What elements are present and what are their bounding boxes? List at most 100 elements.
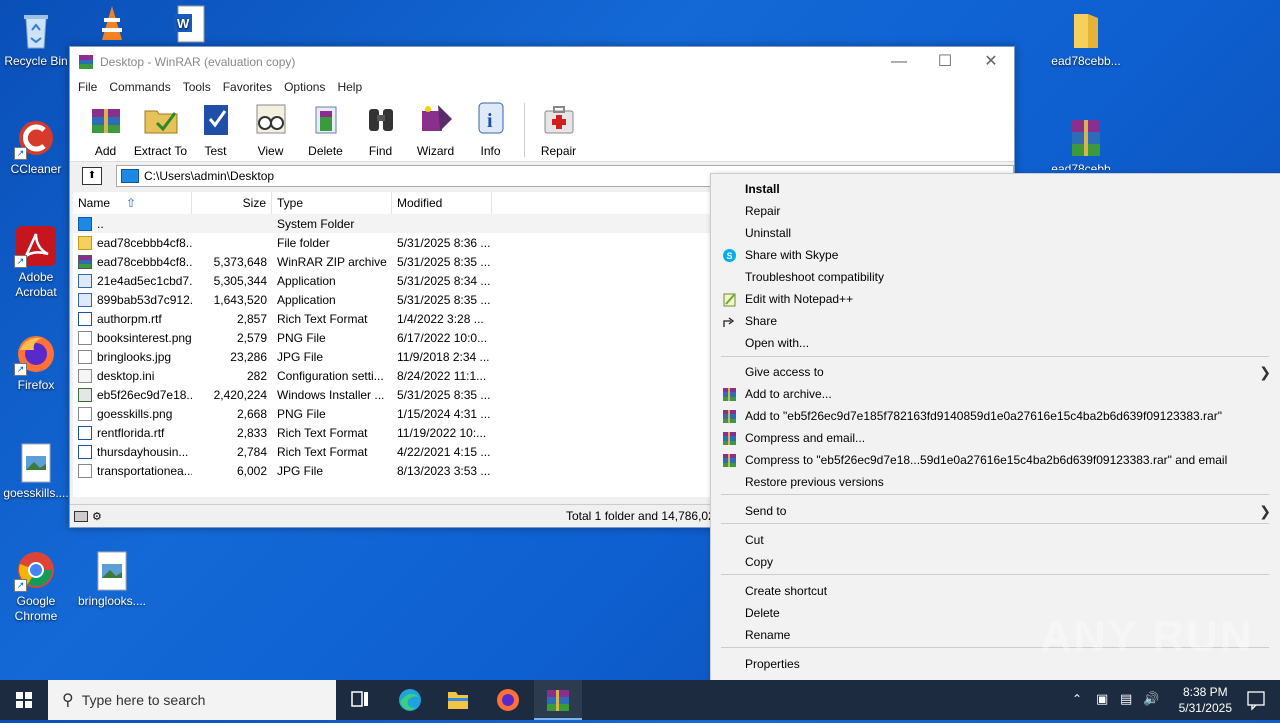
menu-item-edit-with-notepad[interactable]: Edit with Notepad++ — [711, 288, 1280, 310]
file-row[interactable]: goesskills.png 2,668 PNG File 1/15/2024 4:3… — [73, 404, 713, 423]
desktop-icon-label: Recycle Bin — [4, 54, 68, 68]
menu-item-add-to-archive[interactable]: Add to archive... — [711, 383, 1280, 405]
winrar-taskbar-button[interactable] — [534, 680, 582, 720]
menu-item-install[interactable]: Install — [711, 178, 1280, 200]
menu-item-add-to-eb5f26ec9d7e185f782163fd9140859d1[interactable]: Add to "eb5f26ec9d7e185f782163fd9140859d… — [711, 405, 1280, 427]
menu-item-copy[interactable]: Copy — [711, 551, 1280, 573]
test-button[interactable]: Test — [188, 97, 243, 158]
file-row[interactable]: desktop.ini 282 Configuration setti... 8/24… — [73, 366, 713, 385]
file-archive-icon — [78, 254, 92, 269]
network-icon[interactable]: ▤ — [1120, 691, 1132, 707]
menu-tools[interactable]: Tools — [177, 80, 217, 94]
menu-separator — [721, 494, 1269, 495]
file-row[interactable]: ead78cebbb4cf8... 5,373,648 WinRAR ZIP arc… — [73, 252, 713, 271]
taskbar: ⚲ Type here to search ⌃ ▣ ▤ 🔊 8:38 PM 5/… — [0, 680, 1280, 720]
wizard-button[interactable]: Wizard — [408, 97, 463, 158]
extract-to-button[interactable]: Extract To — [133, 97, 188, 158]
menu-item-create-shortcut[interactable]: Create shortcut — [711, 580, 1280, 602]
menu-item-troubleshoot-compatibility[interactable]: Troubleshoot compatibility — [711, 266, 1280, 288]
title-bar: Desktop - WinRAR (evaluation copy) — ☐ ✕ — [70, 47, 1014, 77]
menu-bar: File Commands Tools Favorites Options He… — [70, 77, 1014, 97]
binoculars-icon — [368, 109, 393, 131]
desktop-icon-vlc[interactable] — [76, 0, 148, 46]
menu-options[interactable]: Options — [278, 80, 331, 94]
menu-item-send-to[interactable]: Send to ❯ — [711, 500, 1280, 522]
add-button[interactable]: Add — [78, 97, 133, 158]
column-size[interactable]: Size — [192, 192, 272, 214]
file-type: JPG File — [277, 349, 324, 364]
up-folder-button[interactable]: ⬆ — [82, 167, 102, 185]
file-row[interactable]: authorpm.rtf 2,857 Rich Text Format 1/4/202… — [73, 309, 713, 328]
menu-item-repair[interactable]: Repair — [711, 200, 1280, 222]
menu-item-uninstall[interactable]: Uninstall — [711, 222, 1280, 244]
volume-icon[interactable]: 🔊 — [1143, 691, 1159, 707]
view-button[interactable]: View — [243, 97, 298, 158]
desktop-icon-google-chrome[interactable]: ↗ Google Chrome — [0, 548, 72, 624]
file-row[interactable]: .. System Folder — [73, 214, 713, 233]
file-name-cell: eb5f26ec9d7e18... — [73, 387, 192, 402]
desktop-icon-bringlooks[interactable]: bringlooks.... — [76, 548, 148, 609]
menu-item-compress-to-eb5f26ec9d7e18-59d1e0a27616e[interactable]: Compress to "eb5f26ec9d7e18...59d1e0a276… — [711, 449, 1280, 471]
vlc-icon — [90, 0, 134, 44]
menu-item-cut[interactable]: Cut — [711, 529, 1280, 551]
desktop-icon-ead78-archive[interactable]: ead78cebb... — [1050, 116, 1122, 170]
file-name: bringlooks.jpg — [97, 349, 172, 364]
menu-item-share-with-skype[interactable]: S Share with Skype — [711, 244, 1280, 266]
delete-button[interactable]: Delete — [298, 97, 353, 158]
menu-commands[interactable]: Commands — [103, 80, 176, 94]
test-icon — [203, 105, 228, 135]
add-label: Add — [94, 144, 117, 158]
file-name: .. — [97, 216, 104, 231]
firefox-taskbar-button[interactable] — [484, 680, 532, 720]
file-row[interactable]: eb5f26ec9d7e18... 2,420,224 Windows Instal… — [73, 385, 713, 404]
task-view-button[interactable] — [336, 680, 384, 720]
column-name[interactable]: Name ⇧ — [73, 192, 192, 214]
notification-button[interactable] — [1232, 680, 1280, 720]
column-type[interactable]: Type — [272, 192, 392, 214]
desktop-icon-recycle-bin[interactable]: Recycle Bin — [0, 8, 72, 69]
file-row[interactable]: thursdayhousin... 2,784 Rich Text Format 4/… — [73, 442, 713, 461]
chrome-icon: ↗ — [14, 548, 58, 592]
minimize-button[interactable]: — — [876, 47, 922, 77]
tray-device-icon[interactable]: ▣ — [1096, 691, 1108, 707]
taskbar-search[interactable]: ⚲ Type here to search — [48, 680, 336, 720]
desktop-icon-ccleaner[interactable]: ↗ CCleaner — [0, 116, 72, 177]
menu-file[interactable]: File — [72, 80, 103, 94]
file-row[interactable]: ead78cebbb4cf8... File folder 5/31/2025 8:… — [73, 233, 713, 252]
explorer-taskbar-button[interactable] — [434, 680, 482, 720]
close-button[interactable]: ✕ — [968, 47, 1014, 77]
file-type: Rich Text Format — [277, 444, 368, 459]
desktop-icon-adobe-acrobat[interactable]: ↗ Adobe Acrobat — [0, 224, 72, 300]
menu-item-label: Uninstall — [745, 226, 792, 240]
edge-taskbar-button[interactable] — [386, 680, 434, 720]
column-modified[interactable]: Modified — [392, 192, 492, 214]
file-row[interactable]: rentflorida.rtf 2,833 Rich Text Format 11/1… — [73, 423, 713, 442]
menu-item-label: Add to "eb5f26ec9d7e185f782163fd9140859d… — [745, 409, 1222, 423]
desktop-icon-ead78-folder[interactable]: ead78cebb... — [1050, 8, 1122, 69]
menu-item-open-with[interactable]: Open with... — [711, 332, 1280, 354]
submenu-arrow-icon: ❯ — [1259, 364, 1271, 380]
file-row[interactable]: bringlooks.jpg 23,286 JPG File 11/9/2018 2:… — [73, 347, 713, 366]
file-row[interactable]: booksinterest.png 2,579 PNG File 6/17/2022 … — [73, 328, 713, 347]
desktop-icon-word[interactable]: W — [150, 0, 222, 46]
find-button[interactable]: Find — [353, 97, 408, 158]
menu-item-restore-previous-versions[interactable]: Restore previous versions — [711, 471, 1280, 493]
file-row[interactable]: 21e4ad5ec1cbd7... 5,305,344 Application 5/3… — [73, 271, 713, 290]
start-button[interactable] — [0, 680, 48, 720]
file-name: transportationea... — [97, 463, 192, 478]
file-row[interactable]: transportationea... 6,002 JPG File 8/13/202… — [73, 461, 713, 480]
menu-item-share[interactable]: Share — [711, 310, 1280, 332]
menu-favorites[interactable]: Favorites — [217, 80, 278, 94]
menu-item-compress-and-email[interactable]: Compress and email... — [711, 427, 1280, 449]
menu-help[interactable]: Help — [331, 80, 368, 94]
maximize-button[interactable]: ☐ — [922, 47, 968, 77]
menu-item-give-access-to[interactable]: Give access to ❯ — [711, 361, 1280, 383]
desktop-icon-goesskills[interactable]: goesskills.... — [0, 440, 72, 501]
desktop-icon-firefox[interactable]: ↗ Firefox — [0, 332, 72, 393]
info-button[interactable]: i Info — [463, 97, 518, 158]
file-row[interactable]: 899bab53d7c912... 1,643,520 Application 5/3… — [73, 290, 713, 309]
repair-button[interactable]: Repair — [531, 97, 586, 158]
menu-item-label: Compress to "eb5f26ec9d7e18...59d1e0a276… — [745, 453, 1228, 467]
system-clock[interactable]: 8:38 PM 5/31/2025 — [1179, 684, 1232, 716]
tray-chevron-icon[interactable]: ⌃ — [1072, 692, 1082, 706]
